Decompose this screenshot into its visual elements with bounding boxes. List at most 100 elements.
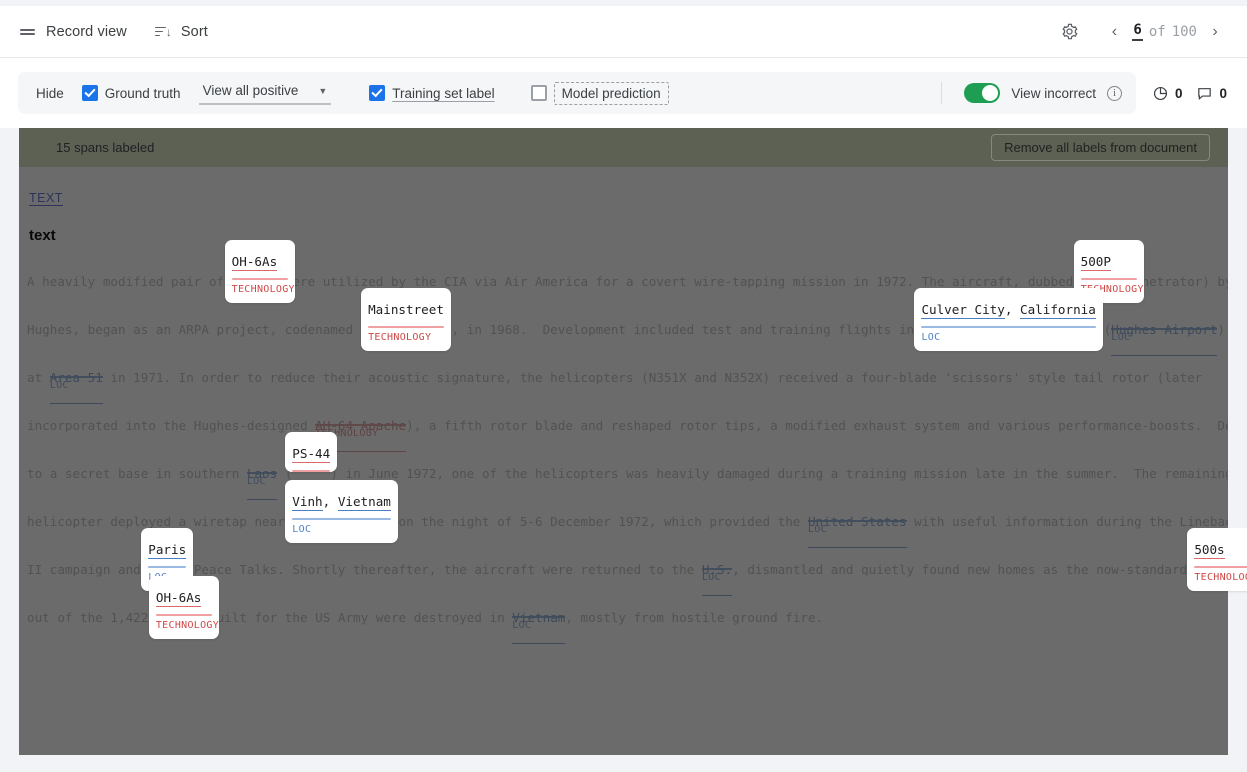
entity-span-text: PS-44: [292, 446, 331, 463]
comment-counter-value: 0: [1219, 85, 1227, 101]
entity-label: LOC: [292, 524, 312, 535]
entity-span-popup[interactable]: Vinh, Vietnam LOC: [285, 480, 398, 543]
entity-span-bar: [246, 472, 278, 474]
pie-chart-icon: [1153, 86, 1168, 100]
entity-span-bar: [512, 616, 566, 618]
hide-label: Hide: [36, 85, 64, 101]
entity-span-bar: [807, 520, 907, 522]
text-line: helicopter deployed a wiretap near Vinh,…: [27, 498, 1228, 548]
record-view-page: Record view ↓ Sort ‹ 6 of 100 › Hide Gro…: [0, 0, 1247, 772]
counters-group: 0 0: [1152, 85, 1229, 102]
plain-text: II campaign and: [27, 562, 149, 577]
plain-text: out of the 1,422: [27, 610, 156, 625]
entity-label: LOC: [1111, 332, 1131, 343]
document-card: TEXT text A heavily modified pair of OH-…: [19, 128, 1228, 755]
entity-span-text: Vinh, Vietnam: [292, 494, 391, 511]
text-line: to a secret base in southern LaosLOC (PS…: [27, 450, 1228, 500]
comment-icon: [1198, 87, 1212, 100]
sort-button[interactable]: ↓ Sort: [153, 20, 210, 44]
field-name-heading: text: [29, 227, 56, 244]
settings-button[interactable]: [1052, 15, 1086, 49]
remove-all-labels-button[interactable]: Remove all labels from document: [991, 134, 1210, 161]
current-page[interactable]: 6: [1132, 22, 1143, 41]
plain-text: built for the US Army were destroyed in: [201, 610, 513, 625]
entity-label: LOC: [921, 332, 941, 343]
entity-span-text: Mainstreet: [368, 302, 444, 317]
entity-span-popup[interactable]: Mainstreet TECHNOLOGY: [361, 288, 451, 351]
entity-span[interactable]: Area 51LOC: [49, 354, 103, 404]
entity-span-popup[interactable]: PS-44: [285, 432, 338, 472]
view-incorrect-label: View incorrect: [1011, 85, 1096, 101]
top-toolbar-right: ‹ 6 of 100 ›: [1052, 15, 1229, 49]
plain-text: , dismantled and quietly found new homes…: [732, 562, 1195, 577]
plain-text: in 1971. In order to reduce their acoust…: [102, 370, 1203, 385]
entity-span-bar: [1111, 328, 1218, 330]
entity-span-text: Culver City, California: [921, 302, 1096, 319]
entity-label: LOC: [512, 620, 532, 631]
spans-labeled-count: 15 spans labeled: [56, 140, 155, 155]
entity-span[interactable]: VietnamLOC: [512, 594, 566, 644]
entity-span-bar: [292, 470, 331, 472]
entity-span[interactable]: United StatesLOC: [807, 498, 907, 548]
chevron-down-icon: ▼: [318, 85, 328, 96]
view-incorrect-toggle[interactable]: [964, 83, 1001, 103]
entity-span-text: Paris: [148, 542, 187, 559]
filter-toolbar: Hide Ground truth View all positive ▼ Tr…: [0, 58, 1247, 128]
pie-counter-value: 0: [1174, 85, 1183, 101]
plain-text: Peace Talks. Shortly thereafter, the air…: [186, 562, 702, 577]
pager-of-label: of: [1148, 23, 1166, 40]
view-incorrect-filter[interactable]: View incorrect i: [964, 83, 1122, 103]
entity-span-bar: [315, 424, 407, 426]
filter-toolbar-inner: Hide Ground truth View all positive ▼ Tr…: [18, 72, 1136, 114]
entity-span-bar: [701, 568, 733, 570]
ground-truth-label: Ground truth: [104, 85, 181, 101]
plain-text: ) in June 1972, one of the helicopters w…: [330, 466, 1228, 481]
model-prediction-checkbox[interactable]: [530, 85, 547, 101]
training-set-label-checkbox[interactable]: [369, 85, 386, 101]
record-view-label: Record view: [46, 23, 127, 40]
entity-label: TECHNOLOGY: [368, 332, 432, 343]
entity-label: LOC: [49, 380, 69, 391]
entity-span-popup[interactable]: Culver City, California LOC: [914, 288, 1103, 351]
plain-text: Hughes, began as an ARPA project, codena…: [27, 322, 369, 337]
entity-label: TECHNOLOGY: [155, 620, 220, 631]
plain-text: helicopter deployed a wiretap near: [27, 514, 293, 529]
info-circle-icon[interactable]: i: [1106, 85, 1122, 101]
view-positive-value: View all positive: [202, 83, 299, 98]
top-toolbar-left: Record view ↓ Sort: [18, 20, 210, 44]
prev-record-button[interactable]: ‹: [1100, 18, 1128, 46]
ground-truth-filter[interactable]: Ground truth: [81, 85, 181, 101]
plain-text: to a secret base in southern: [27, 466, 247, 481]
text-line: incorporated into the Hughes-designed AH…: [27, 402, 1228, 452]
field-type-tag[interactable]: TEXT: [29, 191, 63, 205]
model-prediction-filter[interactable]: Model prediction: [530, 81, 669, 105]
plain-text: on the night of 5-6 December 1972, which…: [390, 514, 808, 529]
ground-truth-checkbox[interactable]: [81, 85, 98, 101]
plain-text: ) and: [1217, 322, 1226, 337]
entity-label: LOC: [246, 476, 266, 487]
toolbar-divider: [941, 82, 943, 104]
model-prediction-label: Model prediction: [553, 81, 669, 105]
entity-span-popup[interactable]: 500s TECHNOLOGY: [1187, 528, 1247, 591]
plain-text: A heavily modified pair of: [27, 274, 232, 289]
entity-span-popup[interactable]: OH-6As TECHNOLOGY: [224, 240, 295, 303]
entity-span-text: OH-6As: [231, 254, 278, 271]
entity-span-popup[interactable]: OH-6As TECHNOLOGY: [148, 576, 220, 639]
entity-span[interactable]: LaosLOC: [246, 450, 278, 500]
entity-span-text: OH-6As: [155, 590, 202, 607]
view-positive-select[interactable]: View all positive ▼: [198, 81, 332, 105]
training-set-label-text: Training set label: [392, 85, 495, 101]
pagination: ‹ 6 of 100 ›: [1100, 18, 1229, 46]
document-body: TEXT text A heavily modified pair of OH-…: [19, 167, 1228, 755]
spans-action-bar: 15 spans labeled Remove all labels from …: [19, 128, 1228, 167]
record-view-button[interactable]: Record view: [18, 20, 129, 44]
entity-label: LOC: [701, 572, 721, 583]
next-record-button[interactable]: ›: [1201, 18, 1229, 46]
toggle-knob: [982, 85, 999, 101]
entity-span[interactable]: U.S.LOC: [701, 546, 733, 596]
training-set-label-filter[interactable]: Training set label: [369, 85, 495, 101]
entity-span[interactable]: Hughes AirportLOC: [1111, 306, 1218, 356]
plain-text: ), a fifth rotor blade and reshaped roto…: [406, 418, 1228, 433]
entity-span-text: 500s: [1194, 542, 1225, 559]
plain-text: at: [27, 370, 50, 385]
